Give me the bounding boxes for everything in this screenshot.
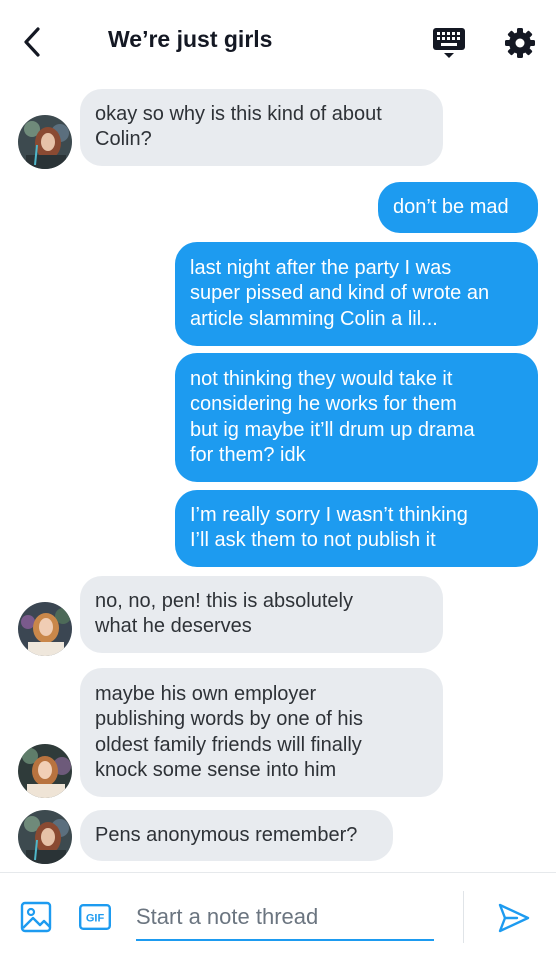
message-bubble: I’m really sorry I wasn’t thinking I’ll … [175,490,538,567]
message-text: not thinking they would take it [190,368,453,390]
settings-button[interactable] [503,26,537,60]
composer-bar: GIF [0,872,556,961]
avatar-photo [18,115,72,169]
message-text: I’m really sorry I wasn’t thinking [190,504,468,526]
avatar[interactable] [18,602,72,656]
message-text: what he deserves [95,615,252,638]
message-text: no, no, pen! this is absolutely [95,590,353,612]
image-icon [20,901,52,933]
keyboard-button[interactable] [432,26,466,60]
gif-icon: GIF [79,904,112,931]
message-text: okay so why is this kind of about [95,103,382,125]
gear-icon [505,28,535,58]
avatar-photo [18,602,72,656]
add-image-button[interactable] [20,901,52,933]
message-text: considering he works for them [190,393,457,416]
message-text: for them? idk [190,443,306,466]
message-text: but ig maybe it’ll drum up drama [190,418,475,441]
message-text: knock some sense into him [95,758,337,781]
add-gif-button[interactable]: GIF [79,904,112,931]
avatar[interactable] [18,115,72,169]
message-text: Pens anonymous remember? [95,824,358,846]
avatar[interactable] [18,810,72,864]
gif-label: GIF [86,913,105,925]
message-bubble: no, no, pen! this is absolutely what he … [80,576,443,653]
message-text: maybe his own employer [95,683,317,705]
avatar[interactable] [18,744,72,798]
chat-header: We’re just girls [0,0,556,84]
composer-divider [463,891,464,943]
message-text: I’ll ask them to not publish it [190,529,436,552]
message-text: article slamming Colin a lil... [190,307,438,330]
message-bubble: not thinking they would take it consider… [175,353,538,483]
message-text: don’t be mad [393,196,509,218]
message-bubble: maybe his own employer publishing words … [80,668,443,798]
message-text: oldest family friends will finally [95,733,362,756]
message-bubble: last night after the party I was super p… [175,242,538,346]
note-input[interactable] [136,895,434,941]
message-bubble: Pens anonymous remember? [80,810,393,862]
message-bubble: okay so why is this kind of about Colin? [80,89,443,166]
avatar-photo [18,810,72,864]
avatar-photo [18,744,72,798]
message-text: publishing words by one of his [95,708,363,731]
chevron-left-icon [24,27,40,57]
message-text: super pissed and kind of wrote an [190,282,490,305]
send-button[interactable] [497,901,531,935]
back-button[interactable] [18,24,48,60]
keyboard-icon [433,28,465,58]
message-text: last night after the party I was [190,257,452,279]
chat-title: We’re just girls [108,26,273,52]
message-bubble: don’t be mad [378,182,538,234]
send-icon [498,903,530,933]
message-text: Colin? [95,128,152,151]
